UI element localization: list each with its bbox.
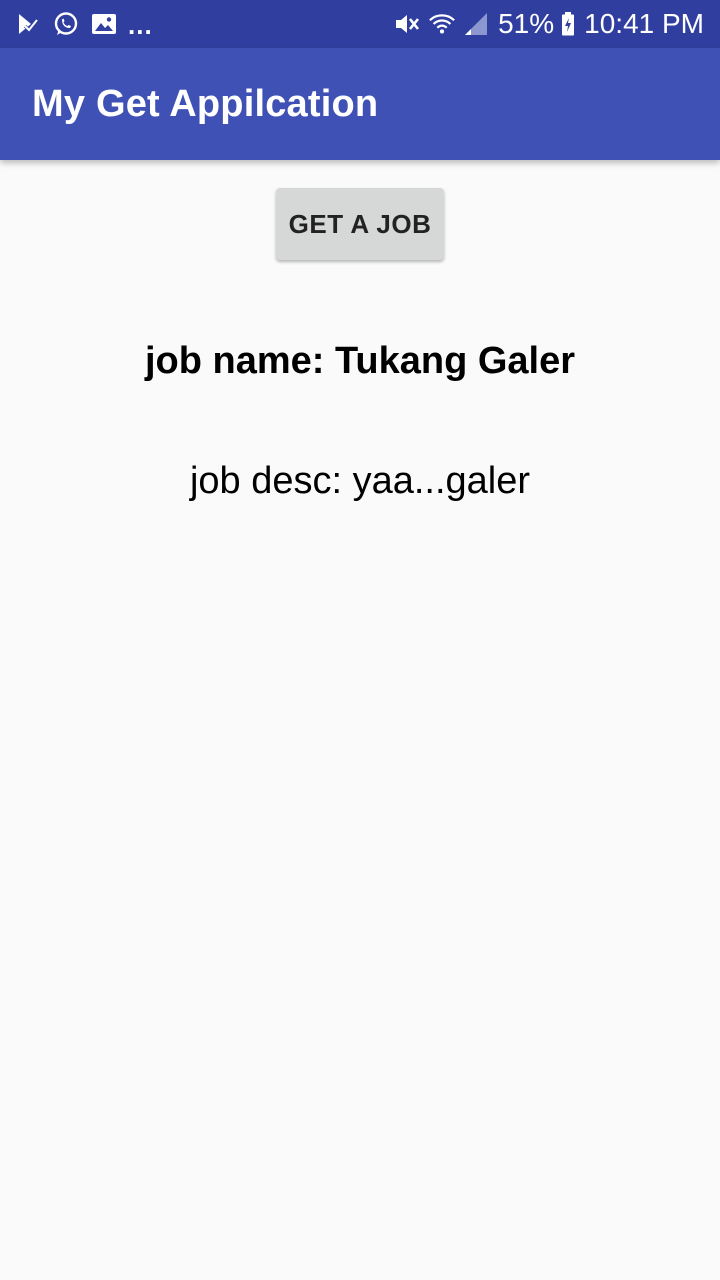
app-toolbar: My Get Appilcation bbox=[0, 48, 720, 160]
status-system: 51% 10:41 PM bbox=[394, 10, 704, 38]
get-a-job-button[interactable]: GET A JOB bbox=[276, 188, 444, 260]
job-name-text: job name: Tukang Galer bbox=[144, 340, 576, 382]
main-content: GET A JOB job name: Tukang Galer job des… bbox=[0, 160, 720, 1280]
app-title: My Get Appilcation bbox=[32, 82, 379, 125]
more-notifications-indicator: ... bbox=[128, 10, 153, 40]
image-icon bbox=[90, 10, 118, 38]
whatsapp-icon bbox=[52, 10, 80, 38]
battery-icon bbox=[560, 10, 576, 38]
mute-vibrate-icon bbox=[394, 10, 422, 38]
status-notifications: ... bbox=[14, 10, 153, 38]
play-store-download-icon bbox=[14, 10, 42, 38]
status-clock: 10:41 PM bbox=[584, 8, 704, 39]
cell-signal-icon bbox=[462, 10, 490, 38]
wifi-icon bbox=[428, 10, 456, 38]
job-desc-text: job desc: yaa...galer bbox=[189, 460, 531, 502]
status-bar: ... 51% 10:41 PM bbox=[0, 0, 720, 48]
battery-percentage: 51% bbox=[498, 8, 555, 39]
